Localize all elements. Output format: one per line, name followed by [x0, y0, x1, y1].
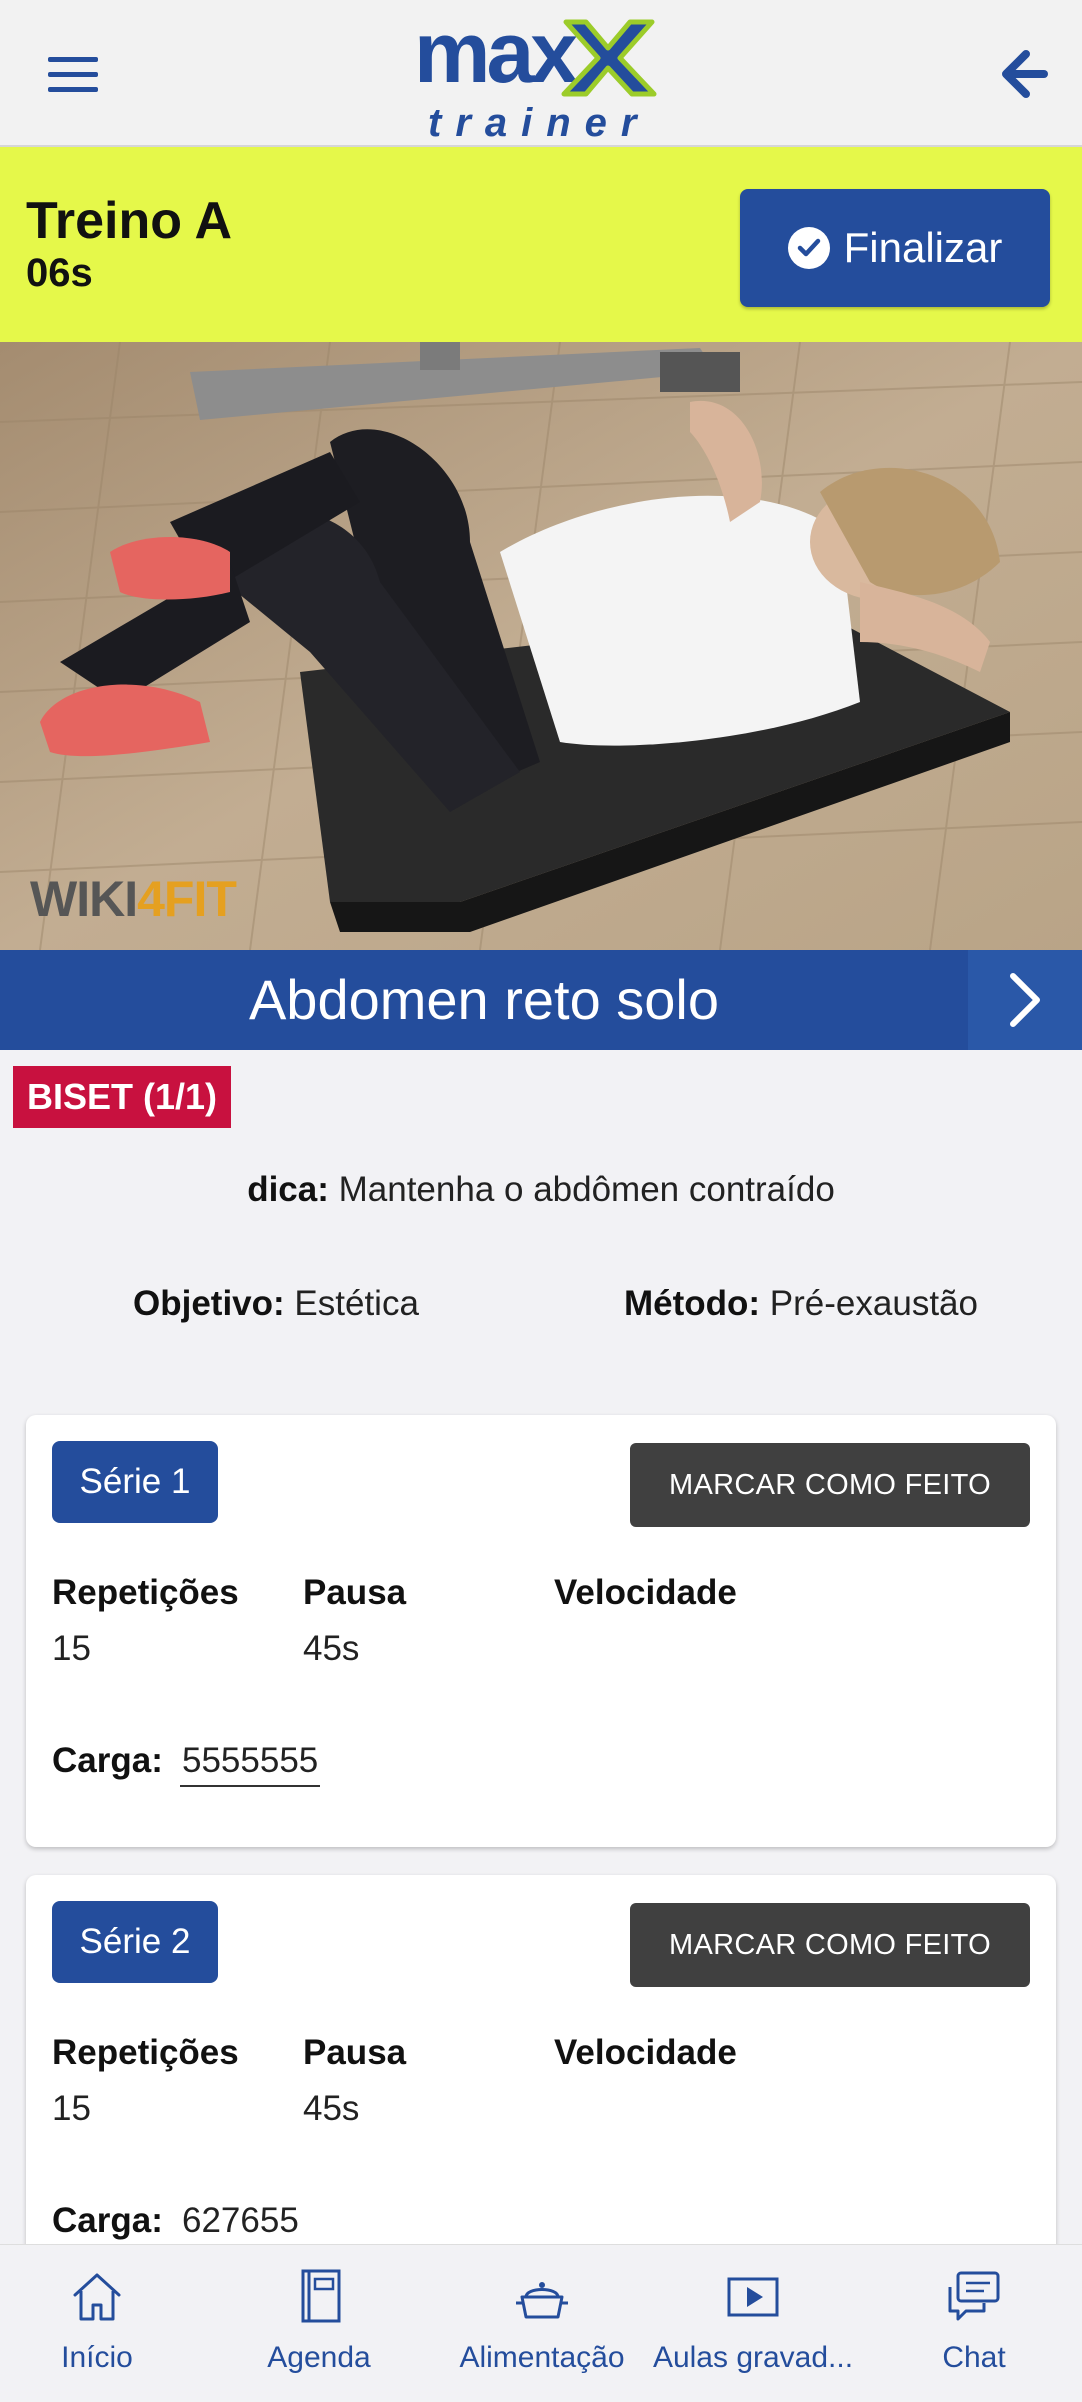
nav-label: Aulas gravad...	[652, 2341, 854, 2374]
app-header: max trainer	[0, 0, 1082, 147]
home-icon	[73, 2273, 121, 2321]
objective-value: Estética	[284, 1284, 419, 1323]
nav-item-chat[interactable]: Chat	[866, 2245, 1082, 2402]
next-exercise-button[interactable]	[968, 950, 1082, 1050]
finish-button-label: Finalizar	[843, 224, 1003, 271]
biset-badge: BISET (1/1)	[13, 1066, 232, 1128]
workout-timer: 06s	[26, 251, 93, 295]
reps-value: 15	[52, 2089, 91, 2128]
load-input[interactable]: 627655	[180, 2201, 301, 2247]
exercise-illustration	[0, 342, 1082, 950]
check-circle-icon	[787, 227, 830, 269]
series-card: Série 1 MARCAR COMO FEITO Repetições Pau…	[26, 1415, 1056, 1847]
workout-title: Treino A	[26, 192, 233, 250]
pause-label: Pausa	[303, 1573, 407, 1612]
objective-label: Objetivo:	[133, 1284, 285, 1323]
exercise-name-bar: Abdomen reto solo	[0, 950, 1082, 1050]
bottom-nav: Início Agenda Alimentação Aulas gravad..…	[0, 2244, 1082, 2402]
method: Método: Pré-exaustão	[624, 1284, 978, 1324]
nav-item-inicio[interactable]: Início	[0, 2245, 194, 2402]
logo-text-trainer: trainer	[428, 101, 651, 140]
method-value: Pré-exaustão	[760, 1284, 978, 1323]
reps-value: 15	[52, 1629, 91, 1668]
mark-done-button[interactable]: MARCAR COMO FEITO	[630, 1903, 1030, 1987]
tip-label: dica:	[247, 1170, 329, 1209]
objective: Objetivo: Estética	[133, 1284, 419, 1324]
pause-value: 45s	[303, 2089, 360, 2128]
mark-done-button[interactable]: MARCAR COMO FEITO	[630, 1443, 1030, 1527]
tip-text: Mantenha o abdômen contraído	[328, 1170, 835, 1209]
exercise-name: Abdomen reto solo	[248, 968, 720, 1031]
pause-value: 45s	[303, 1629, 360, 1668]
chevron-right-icon	[1010, 973, 1040, 1027]
series-badge: Série 1	[52, 1441, 218, 1523]
method-label: Método:	[624, 1284, 761, 1323]
reps-label: Repetições	[52, 2033, 239, 2072]
chat-icon	[948, 2271, 1000, 2321]
hamburger-menu-icon[interactable]	[40, 44, 106, 104]
exercise-image: WIKI4FIT	[0, 342, 1082, 950]
food-pot-icon	[516, 2282, 568, 2319]
workout-bar: Treino A 06s Finalizar	[0, 147, 1082, 342]
arrow-left-icon[interactable]	[986, 40, 1054, 108]
finish-button[interactable]: Finalizar	[740, 189, 1050, 307]
nav-item-aulas-gravadas[interactable]: Aulas gravad...	[640, 2245, 866, 2402]
series-badge: Série 2	[52, 1901, 218, 1983]
pause-label: Pausa	[303, 2033, 407, 2072]
exercise-tip: dica: Mantenha o abdômen contraído	[0, 1170, 1082, 1210]
nav-item-agenda[interactable]: Agenda	[194, 2245, 444, 2402]
nav-item-alimentacao[interactable]: Alimentação	[444, 2245, 640, 2402]
nav-label: Chat	[942, 2341, 1006, 2374]
nav-label: Alimentação	[459, 2341, 625, 2374]
speed-label: Velocidade	[554, 2033, 737, 2072]
load-input[interactable]: 5555555	[180, 1741, 321, 1787]
image-watermark: WIKI4FIT	[30, 871, 237, 927]
reps-label: Repetições	[52, 1573, 239, 1612]
notebook-icon	[301, 2269, 341, 2323]
max-trainer-logo: max trainer	[414, 8, 657, 140]
nav-label: Agenda	[267, 2341, 371, 2374]
logo-text-max: max	[414, 8, 578, 101]
video-play-icon	[727, 2277, 779, 2317]
load-label: Carga:	[52, 2201, 163, 2240]
nav-label: Início	[61, 2341, 133, 2374]
speed-label: Velocidade	[554, 1573, 737, 1612]
load-label: Carga:	[52, 1741, 163, 1780]
